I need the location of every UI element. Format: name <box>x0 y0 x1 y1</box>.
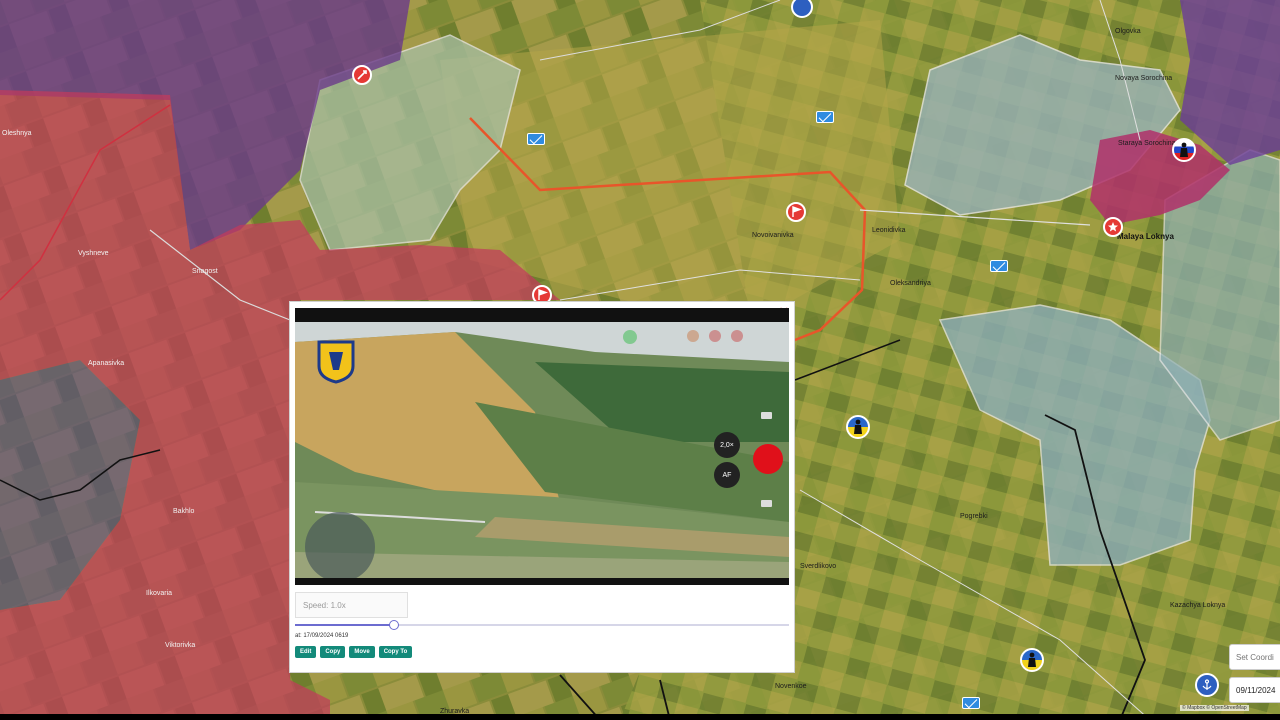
anchor-icon[interactable] <box>1195 673 1219 697</box>
zoom-button[interactable]: 2,0× <box>714 432 740 458</box>
hud-indicator <box>623 330 637 344</box>
popup-actions: Edit Copy Move Copy To <box>295 646 413 658</box>
mail-icon[interactable] <box>527 133 545 145</box>
hud-indicator <box>709 330 721 342</box>
place-label: Novenkoe <box>775 683 807 690</box>
map-attribution[interactable]: © Mapbox © OpenStreetMap <box>1180 705 1249 711</box>
copy-button[interactable]: Copy <box>320 646 346 658</box>
place-label: Novaya Sorochina <box>1115 75 1173 82</box>
place-label: Sverdlikovo <box>800 563 837 570</box>
place-label: Viktorivka <box>165 642 196 649</box>
move-button[interactable]: Move <box>349 646 375 658</box>
date-input[interactable] <box>1229 677 1280 703</box>
slider-fill <box>295 624 394 626</box>
mail-icon[interactable] <box>816 111 834 123</box>
record-icon[interactable] <box>753 444 783 474</box>
rocket-icon[interactable] <box>352 65 372 85</box>
place-label: Kazachya Loknya <box>1170 602 1226 609</box>
place-label: Snagost <box>192 268 218 275</box>
camera-icon[interactable] <box>761 500 772 507</box>
bottom-bar <box>0 714 1280 720</box>
place-label: Ilkovaria <box>146 590 173 597</box>
place-label: Olgovka <box>1115 28 1141 35</box>
soldier-icon[interactable] <box>846 415 870 439</box>
video-player[interactable]: 2,0× AF <box>295 308 789 585</box>
mail-icon[interactable] <box>990 260 1008 272</box>
speed-field[interactable]: Speed: 1.0x <box>295 592 408 618</box>
video-popup[interactable]: ✕ 2,0× AF <box>289 301 795 673</box>
place-label: Malaya Loknya <box>1117 232 1174 241</box>
place-label: Staraya Sorochina <box>1118 140 1176 147</box>
place-label: Oleshnya <box>2 130 32 137</box>
hud-indicator <box>687 330 699 342</box>
flag-icon[interactable] <box>786 202 806 222</box>
af-button[interactable]: AF <box>714 462 740 488</box>
timestamp-label: at: 17/09/2024 0619 <box>295 633 349 639</box>
playback-slider[interactable] <box>295 620 789 630</box>
place-label: Apanasivka <box>88 360 125 367</box>
hud-indicator <box>731 330 743 342</box>
place-label: Oleksandriya <box>890 280 931 287</box>
soldier-icon[interactable] <box>1020 648 1044 672</box>
place-label: Leonidivka <box>872 227 906 234</box>
star-icon[interactable] <box>1103 217 1123 237</box>
coordinates-input[interactable] <box>1229 644 1280 670</box>
camera-icon[interactable] <box>761 412 772 419</box>
place-label: Bakhlo <box>173 508 195 515</box>
mail-icon[interactable] <box>962 697 980 709</box>
slider-thumb[interactable] <box>388 620 399 630</box>
unit-emblem-icon <box>317 340 355 384</box>
place-label: Vyshneve <box>78 250 109 257</box>
copy-to-button[interactable]: Copy To <box>378 646 413 658</box>
place-label: Novoivanivka <box>752 232 794 239</box>
place-label: Pogrebki <box>960 513 988 520</box>
edit-button[interactable]: Edit <box>295 646 317 658</box>
video-frame: 2,0× AF <box>295 322 789 578</box>
soldier-icon[interactable] <box>1172 138 1196 162</box>
